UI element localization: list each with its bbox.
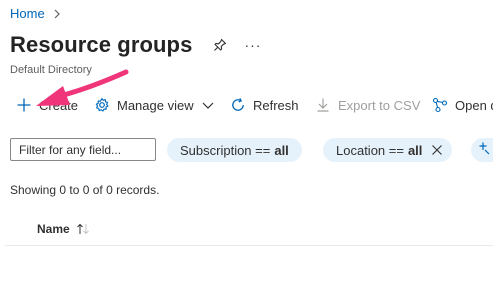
refresh-button[interactable]: Refresh xyxy=(230,92,299,118)
filter-bar: Subscription == all Location == all xyxy=(0,138,493,162)
sort-icon xyxy=(76,223,90,235)
location-filter-pill[interactable]: Location == all xyxy=(323,138,453,162)
query-icon xyxy=(432,97,448,113)
location-filter-value: all xyxy=(407,142,423,158)
export-csv-button[interactable]: Export to CSV xyxy=(315,92,420,118)
pin-icon[interactable] xyxy=(212,37,228,53)
download-icon xyxy=(315,97,331,113)
column-header-label: Name xyxy=(37,222,70,236)
manage-view-button[interactable]: Manage view xyxy=(94,92,216,118)
open-query-button[interactable]: Open query xyxy=(432,92,493,118)
add-filter-icon xyxy=(479,141,493,160)
subscription-filter-label: Subscription == xyxy=(180,142,271,158)
refresh-label: Refresh xyxy=(253,97,299,113)
create-button[interactable]: Create xyxy=(16,92,78,118)
location-filter-label: Location == xyxy=(336,142,404,158)
more-icon[interactable]: ··· xyxy=(244,38,261,52)
subscription-filter-value: all xyxy=(274,142,289,158)
create-label: Create xyxy=(39,97,79,113)
column-header-name[interactable]: Name xyxy=(37,222,90,236)
page-subtitle: Default Directory xyxy=(10,64,92,76)
gear-icon xyxy=(94,97,110,113)
open-query-label: Open query xyxy=(455,97,493,113)
filter-input[interactable] xyxy=(10,138,156,161)
page-title: Resource groups xyxy=(10,32,193,57)
refresh-icon xyxy=(230,97,246,113)
breadcrumb: Home xyxy=(10,6,63,21)
breadcrumb-home-link[interactable]: Home xyxy=(10,6,45,21)
close-icon[interactable] xyxy=(430,143,444,157)
export-csv-label: Export to CSV xyxy=(338,97,421,113)
plus-icon xyxy=(16,97,32,113)
manage-view-label: Manage view xyxy=(117,97,194,113)
title-row: Resource groups ··· xyxy=(10,32,261,58)
add-filter-button[interactable] xyxy=(471,138,493,162)
chevron-right-icon xyxy=(51,8,63,20)
records-count: Showing 0 to 0 of 0 records. xyxy=(10,183,160,197)
subscription-filter-pill[interactable]: Subscription == all xyxy=(167,138,302,162)
command-bar: Create Manage view Refresh Export to CSV xyxy=(0,92,493,118)
table-header: Name xyxy=(5,214,493,246)
chevron-down-icon xyxy=(200,97,216,113)
